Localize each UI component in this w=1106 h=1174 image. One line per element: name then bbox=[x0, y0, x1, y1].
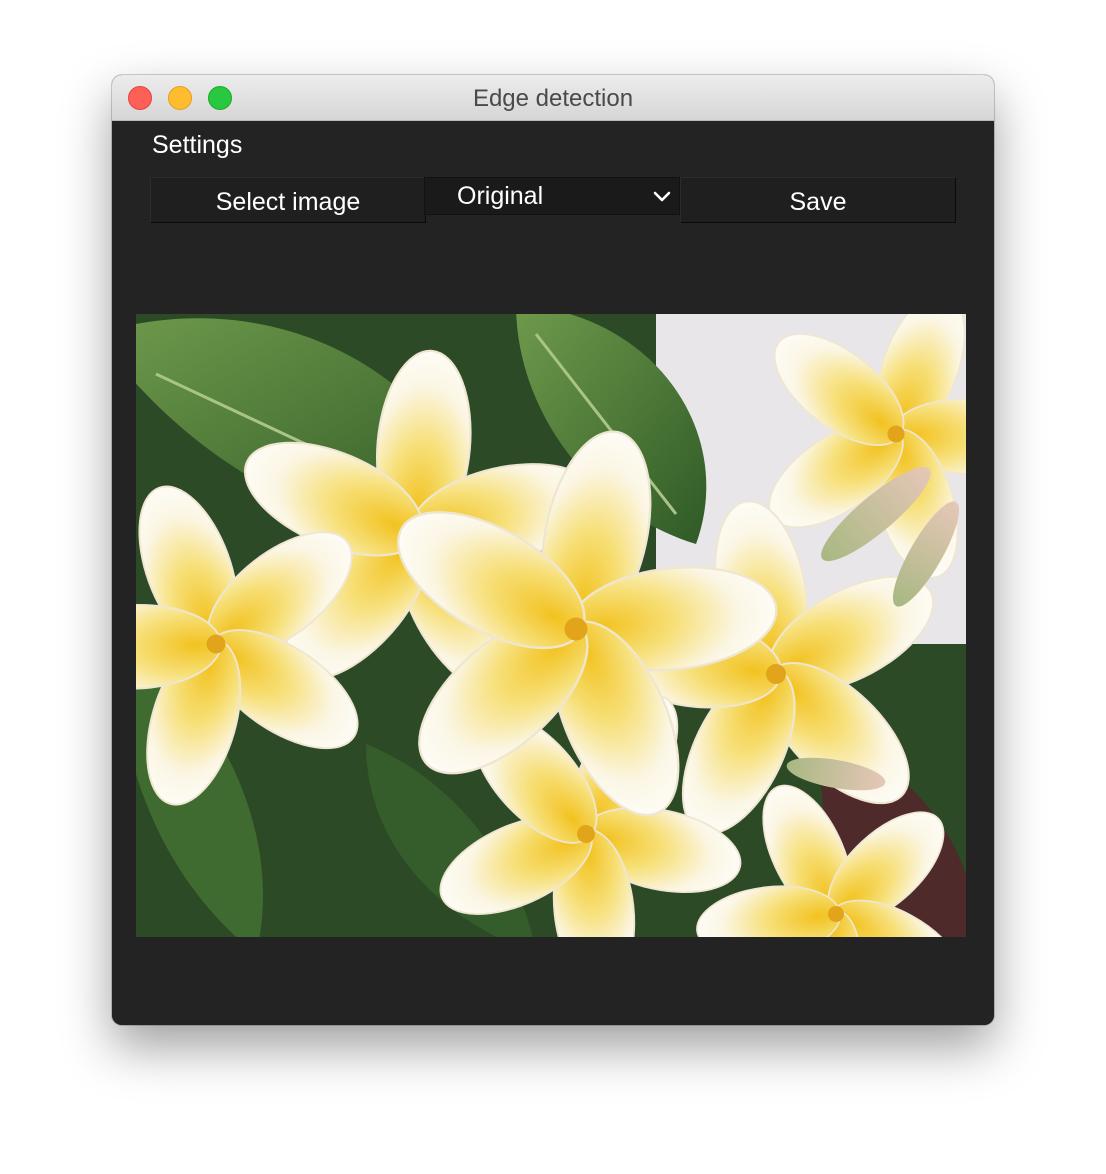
save-button[interactable]: Save bbox=[680, 177, 956, 223]
app-window: Edge detection Settings Select image Ori… bbox=[112, 75, 994, 1025]
title-bar[interactable]: Edge detection bbox=[112, 75, 994, 121]
main-content: Settings Select image Original Save bbox=[112, 121, 994, 1025]
settings-label: Settings bbox=[152, 131, 243, 159]
window-title: Edge detection bbox=[472, 85, 634, 112]
image-preview bbox=[136, 314, 966, 937]
mode-select[interactable]: Original bbox=[424, 177, 680, 215]
mode-select-value: Original bbox=[457, 182, 544, 210]
chevron-down-icon bbox=[653, 191, 671, 202]
select-image-button[interactable]: Select image bbox=[150, 177, 426, 223]
